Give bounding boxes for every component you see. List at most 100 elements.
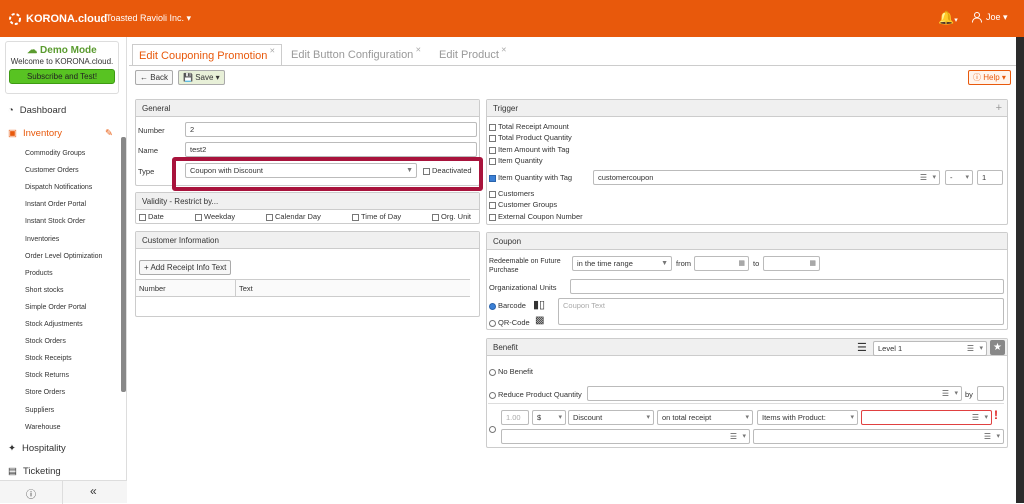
sidebar-subitem[interactable]: Order Level Optimization (25, 253, 102, 260)
back-button[interactable]: ← Back (135, 70, 174, 85)
level-select[interactable]: Level 1 ☰ ▾ (873, 341, 987, 356)
trigger-option[interactable]: Total Product Quantity (489, 133, 572, 142)
sidebar-subitem[interactable]: Suppliers (25, 407, 54, 414)
checkbox[interactable] (489, 174, 496, 182)
checkbox[interactable] (489, 123, 496, 131)
sidebar-item-hospitality[interactable]: ✦ Hospitality (0, 441, 121, 455)
tag-select[interactable]: customercoupon ☰ ▾ (593, 170, 940, 185)
no-benefit-radio[interactable]: No Benefit (489, 367, 533, 376)
trigger-option[interactable]: Item Quantity with Tag (489, 173, 572, 182)
checkbox[interactable] (489, 146, 496, 154)
trigger-option[interactable]: Total Receipt Amount (489, 122, 569, 131)
validity-date[interactable]: Date (139, 212, 164, 221)
qrcode-radio[interactable]: QR-Code (489, 318, 530, 327)
by-quantity-field[interactable] (977, 386, 1004, 401)
close-tab-icon[interactable]: ✕ (415, 47, 421, 54)
sidebar-subitem[interactable]: Commodity Groups (25, 150, 85, 157)
star-icon[interactable]: ★ (990, 340, 1005, 355)
number-field[interactable]: 2 (185, 122, 477, 137)
sidebar-subitem[interactable]: Stock Orders (25, 338, 66, 345)
secondary-select-left[interactable]: ☰ ▾ (501, 429, 750, 444)
trigger-option[interactable]: Customer Groups (489, 200, 557, 209)
notifications-bell-icon[interactable]: 🔔▾ (938, 10, 958, 26)
org-units-field[interactable] (570, 279, 1004, 294)
sidebar-subitem[interactable]: Short stocks (25, 287, 64, 294)
sidebar-subitem[interactable]: Products (25, 270, 53, 277)
list-icon: ☰ (729, 432, 737, 441)
sidebar-item-ticketing[interactable]: ▤ Ticketing (0, 464, 121, 478)
tab-edit-button-configuration[interactable]: Edit Button Configuration ✕ (285, 44, 427, 66)
discount-amount-field[interactable]: 1.00 (501, 410, 529, 425)
validity-org-unit[interactable]: Org. Unit (432, 212, 471, 221)
barcode-radio[interactable]: Barcode (489, 301, 526, 310)
operator-select[interactable]: - ▾ (945, 170, 973, 185)
currency-select[interactable]: $ ▾ (532, 410, 566, 425)
quantity-field[interactable]: 1 (977, 170, 1003, 185)
reduce-product-select[interactable]: ☰ ▾ (587, 386, 962, 401)
company-selector[interactable]: Toasted Ravioli Inc. ▾ (106, 13, 191, 24)
type-select[interactable]: Coupon with Discount ▼ (185, 163, 417, 178)
to-date-field[interactable]: ▦ (763, 256, 820, 271)
help-circle-icon[interactable]: ⓘ (26, 486, 36, 501)
sidebar-subitem[interactable]: Stock Returns (25, 372, 69, 379)
reduce-quantity-radio[interactable]: Reduce Product Quantity (489, 390, 582, 399)
user-menu[interactable]: Joe ▾ (972, 12, 1008, 23)
secondary-select-right[interactable]: ☰ ▾ (753, 429, 1004, 444)
tab-edit-product[interactable]: Edit Product ✕ (433, 44, 513, 66)
close-tab-icon[interactable]: ✕ (501, 47, 507, 54)
collapse-sidebar-icon[interactable]: « (90, 484, 97, 498)
validity-weekday[interactable]: Weekday (195, 212, 235, 221)
add-trigger-plus-icon[interactable]: + (996, 102, 1002, 114)
close-tab-icon[interactable]: ✕ (269, 48, 275, 55)
trigger-option[interactable]: External Coupon Number (489, 212, 583, 221)
calendar-icon[interactable]: ▦ (738, 257, 745, 270)
coupon-text-field[interactable]: Coupon Text (558, 298, 1004, 325)
product-select-invalid[interactable]: ☰ ▾ (861, 410, 992, 425)
items-with-select[interactable]: Items with Product: ▾ (757, 410, 858, 425)
validity-calendar-day[interactable]: Calendar Day (266, 212, 321, 221)
sidebar-subitem[interactable]: Instant Order Portal (25, 201, 86, 208)
time-range-select[interactable]: in the time range ▼ (572, 256, 672, 271)
tab-edit-couponing-promotion[interactable]: Edit Couponing Promotion ✕ (132, 44, 283, 66)
sidebar-scrollbar[interactable] (121, 137, 126, 392)
chevron-down-icon: ▾ (646, 414, 650, 421)
sidebar-subitem[interactable]: Simple Order Portal (25, 304, 86, 311)
subscribe-button[interactable]: Subscribe and Test! (9, 69, 115, 84)
sidebar-subitem[interactable]: Stock Receipts (25, 355, 72, 362)
discount-scope-select[interactable]: on total receipt ▾ (657, 410, 753, 425)
discount-radio[interactable] (489, 424, 498, 433)
from-date-field[interactable]: ▦ (694, 256, 749, 271)
sidebar-subitem[interactable]: Customer Orders (25, 167, 79, 174)
checkbox[interactable] (489, 213, 496, 221)
validity-time-of-day[interactable]: Time of Day (352, 212, 401, 221)
deactivated-checkbox[interactable]: Deactivated (423, 166, 472, 175)
trigger-option[interactable]: Item Quantity (489, 156, 543, 165)
checkbox[interactable] (489, 201, 496, 209)
sidebar-item-dashboard[interactable]: ◔ Dashboard (0, 103, 121, 117)
trigger-option[interactable]: Item Amount with Tag (489, 145, 570, 154)
trigger-option-label: Customer Groups (498, 200, 558, 209)
sidebar-item-inventory[interactable]: ▣ Inventory ✎ (0, 126, 121, 140)
save-button[interactable]: 💾 Save ▾ (178, 70, 225, 85)
checkbox[interactable] (489, 134, 496, 142)
brand-logo[interactable]: KORONA.cloud (8, 12, 107, 26)
trigger-option-label: Item Quantity with Tag (498, 173, 573, 182)
sidebar-subitem[interactable]: Stock Adjustments (25, 321, 83, 328)
sidebar-subitem[interactable]: Instant Stock Order (25, 218, 85, 225)
trigger-option[interactable]: Customers (489, 189, 534, 198)
inventory-icon: ▣ (8, 127, 17, 139)
calendar-icon[interactable]: ▦ (809, 257, 816, 270)
sidebar-subitem[interactable]: Inventories (25, 236, 59, 243)
edit-pencil-icon[interactable]: ✎ (105, 128, 113, 139)
add-receipt-info-button[interactable]: + Add Receipt Info Text (139, 260, 232, 275)
sidebar-subitem[interactable]: Store Orders (25, 389, 65, 396)
name-field[interactable]: test2 (185, 142, 477, 157)
sidebar-subitem[interactable]: Dispatch Notifications (25, 184, 92, 191)
help-button[interactable]: ⓘ Help ▾ (968, 70, 1011, 85)
checkbox[interactable] (489, 157, 496, 165)
discount-type-select[interactable]: Discount ▾ (568, 410, 654, 425)
sidebar-subitem[interactable]: Warehouse (25, 424, 61, 431)
chevron-down-icon: ▾ (979, 345, 983, 352)
error-icon: ! (994, 408, 998, 422)
checkbox[interactable] (489, 190, 496, 198)
